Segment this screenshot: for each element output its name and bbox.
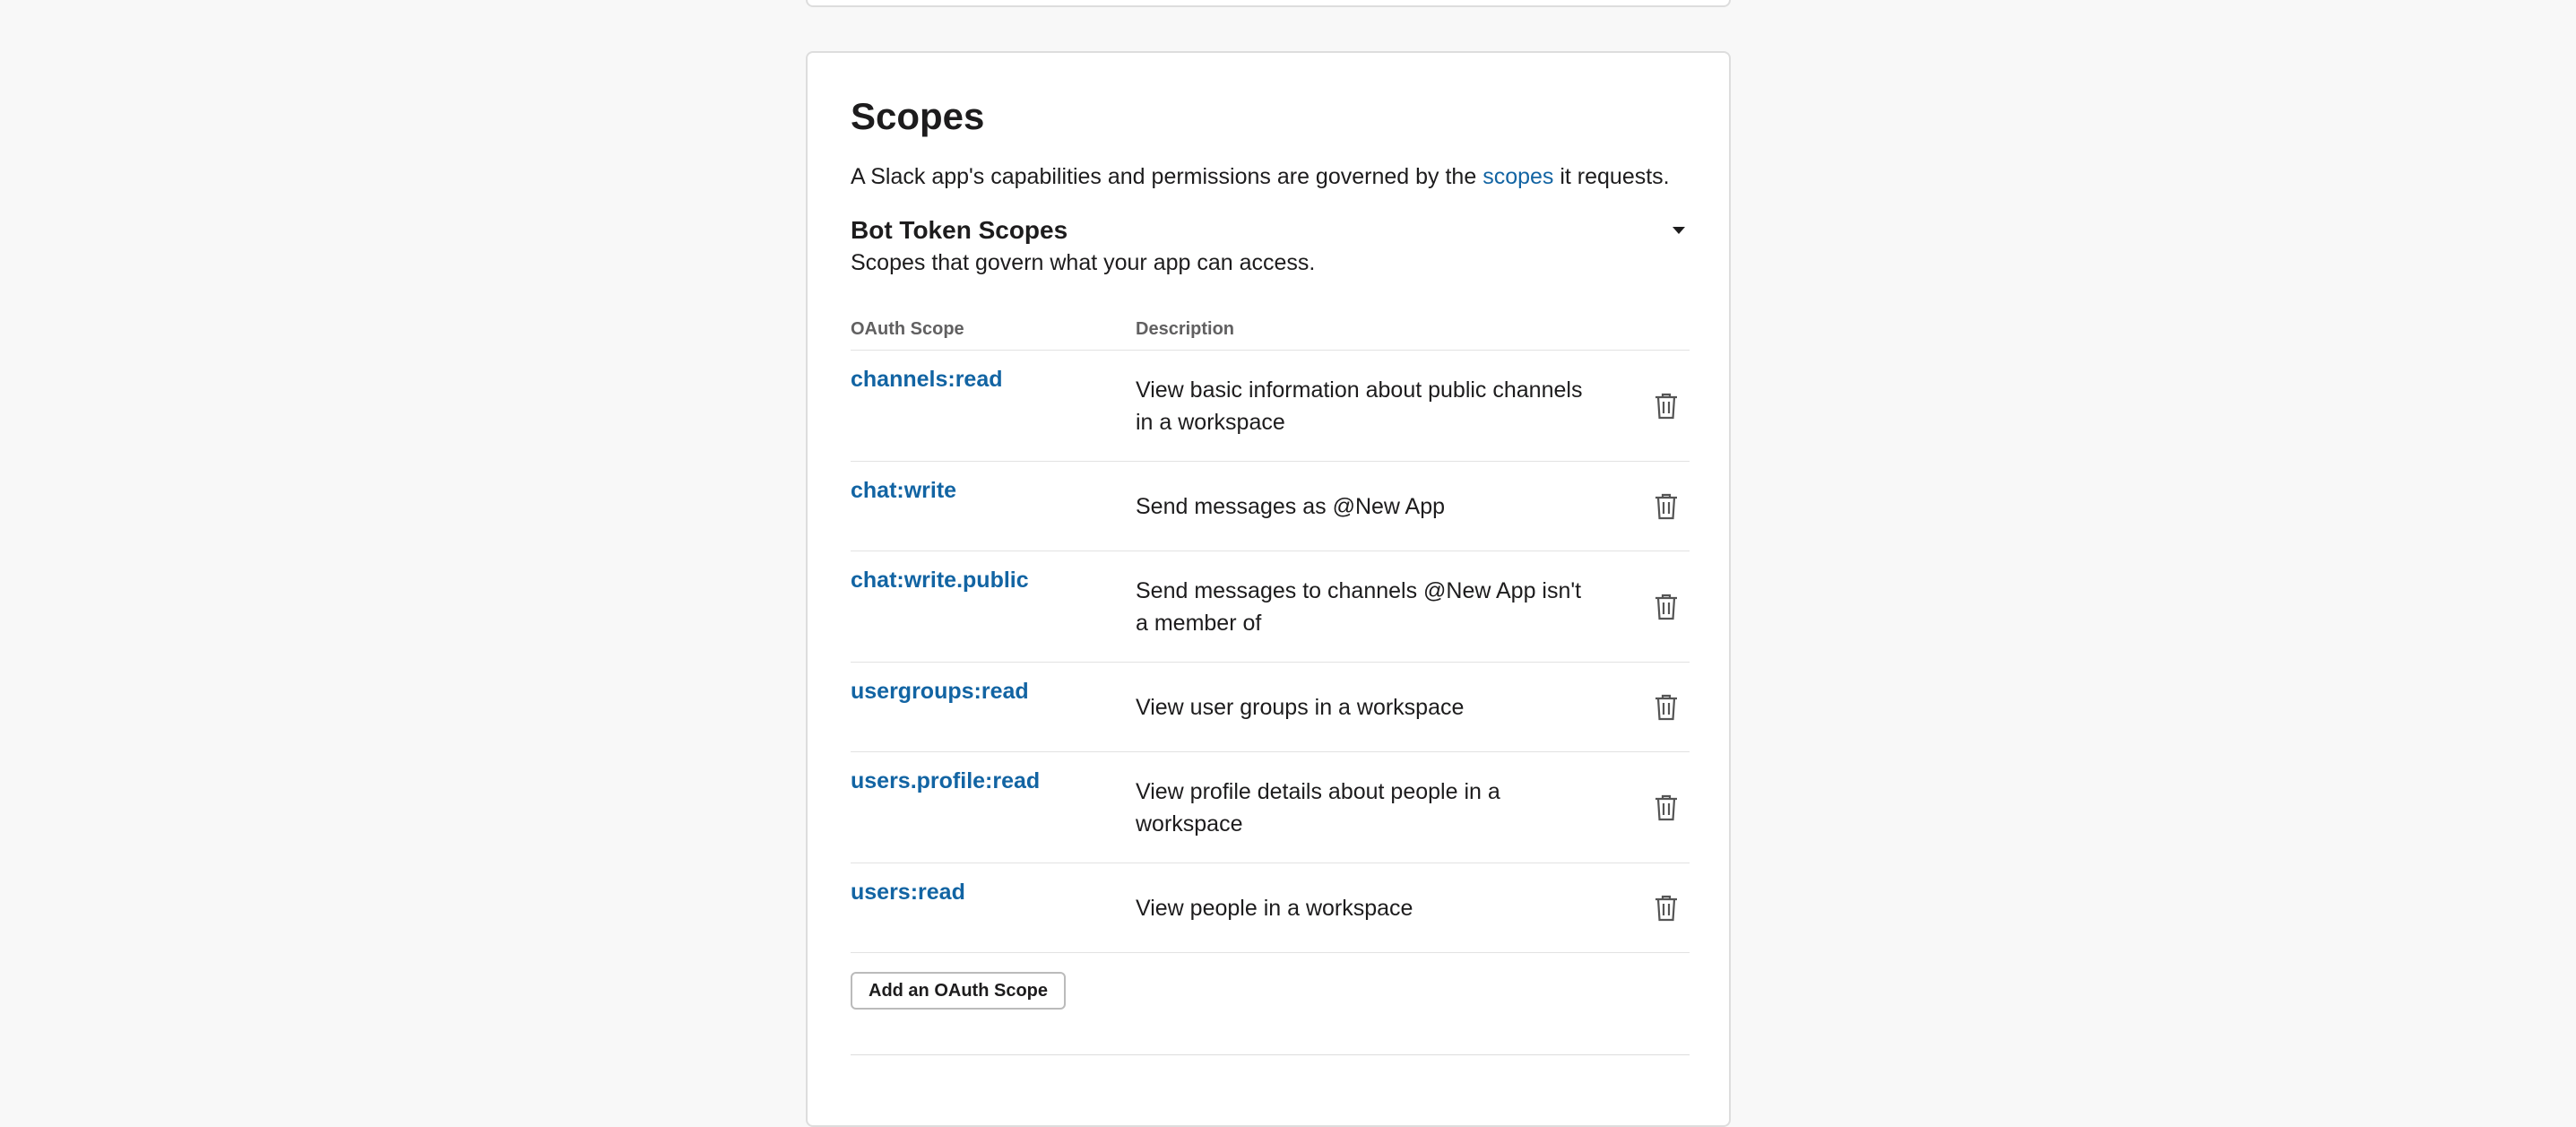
trash-icon[interactable] <box>1654 793 1679 822</box>
scope-description: View user groups in a workspace <box>1136 694 1465 720</box>
scope-link[interactable]: channels:read <box>851 367 1003 392</box>
scopes-intro: A Slack app's capabilities and permissio… <box>851 160 1670 193</box>
table-row: users.profile:read View profile details … <box>851 752 1690 863</box>
scope-link[interactable]: chat:write <box>851 478 956 503</box>
scope-description: View basic information about public chan… <box>1136 377 1583 435</box>
scope-description: Send messages as @New App <box>1136 493 1446 519</box>
oauth-scopes-table: OAuth Scope Description channels:read Vi… <box>851 308 1690 953</box>
table-header: OAuth Scope Description <box>851 308 1690 351</box>
trash-icon[interactable] <box>1654 392 1679 420</box>
caret-down-icon[interactable] <box>1668 220 1690 241</box>
table-row: users:read View people in a workspace <box>851 863 1690 953</box>
table-row: chat:write Send messages as @New App <box>851 462 1690 551</box>
trash-icon[interactable] <box>1654 492 1679 521</box>
previous-section-card <box>806 0 1731 7</box>
section-divider <box>851 1054 1690 1055</box>
column-header-oauth-scope: OAuth Scope <box>851 318 964 339</box>
scopes-card: Scopes A Slack app's capabilities and pe… <box>806 51 1731 1127</box>
scope-link[interactable]: users.profile:read <box>851 768 1040 793</box>
trash-icon[interactable] <box>1654 693 1679 722</box>
scope-description: Send messages to channels @New App isn't… <box>1136 577 1582 636</box>
scopes-intro-text-end: it requests. <box>1553 164 1670 189</box>
scopes-title: Scopes <box>851 95 985 137</box>
scope-link[interactable]: users:read <box>851 880 965 905</box>
scope-description: View people in a workspace <box>1136 895 1413 921</box>
bot-token-scopes-heading: Bot Token Scopes <box>851 216 1068 244</box>
scope-link[interactable]: usergroups:read <box>851 679 1029 704</box>
table-row: channels:read View basic information abo… <box>851 351 1690 462</box>
trash-icon[interactable] <box>1654 593 1679 621</box>
table-row: chat:write.public Send messages to chann… <box>851 551 1690 663</box>
column-header-description: Description <box>1136 318 1235 339</box>
scope-description: View profile details about people in a w… <box>1136 778 1500 837</box>
scopes-intro-text: A Slack app's capabilities and permissio… <box>851 164 1483 189</box>
scope-link[interactable]: chat:write.public <box>851 568 1029 593</box>
add-oauth-scope-button[interactable]: Add an OAuth Scope <box>851 972 1066 1010</box>
scopes-doc-link[interactable]: scopes <box>1482 164 1553 189</box>
trash-icon[interactable] <box>1654 894 1679 923</box>
table-row: usergroups:read View user groups in a wo… <box>851 663 1690 752</box>
bot-token-scopes-subtitle: Scopes that govern what your app can acc… <box>851 250 1316 275</box>
